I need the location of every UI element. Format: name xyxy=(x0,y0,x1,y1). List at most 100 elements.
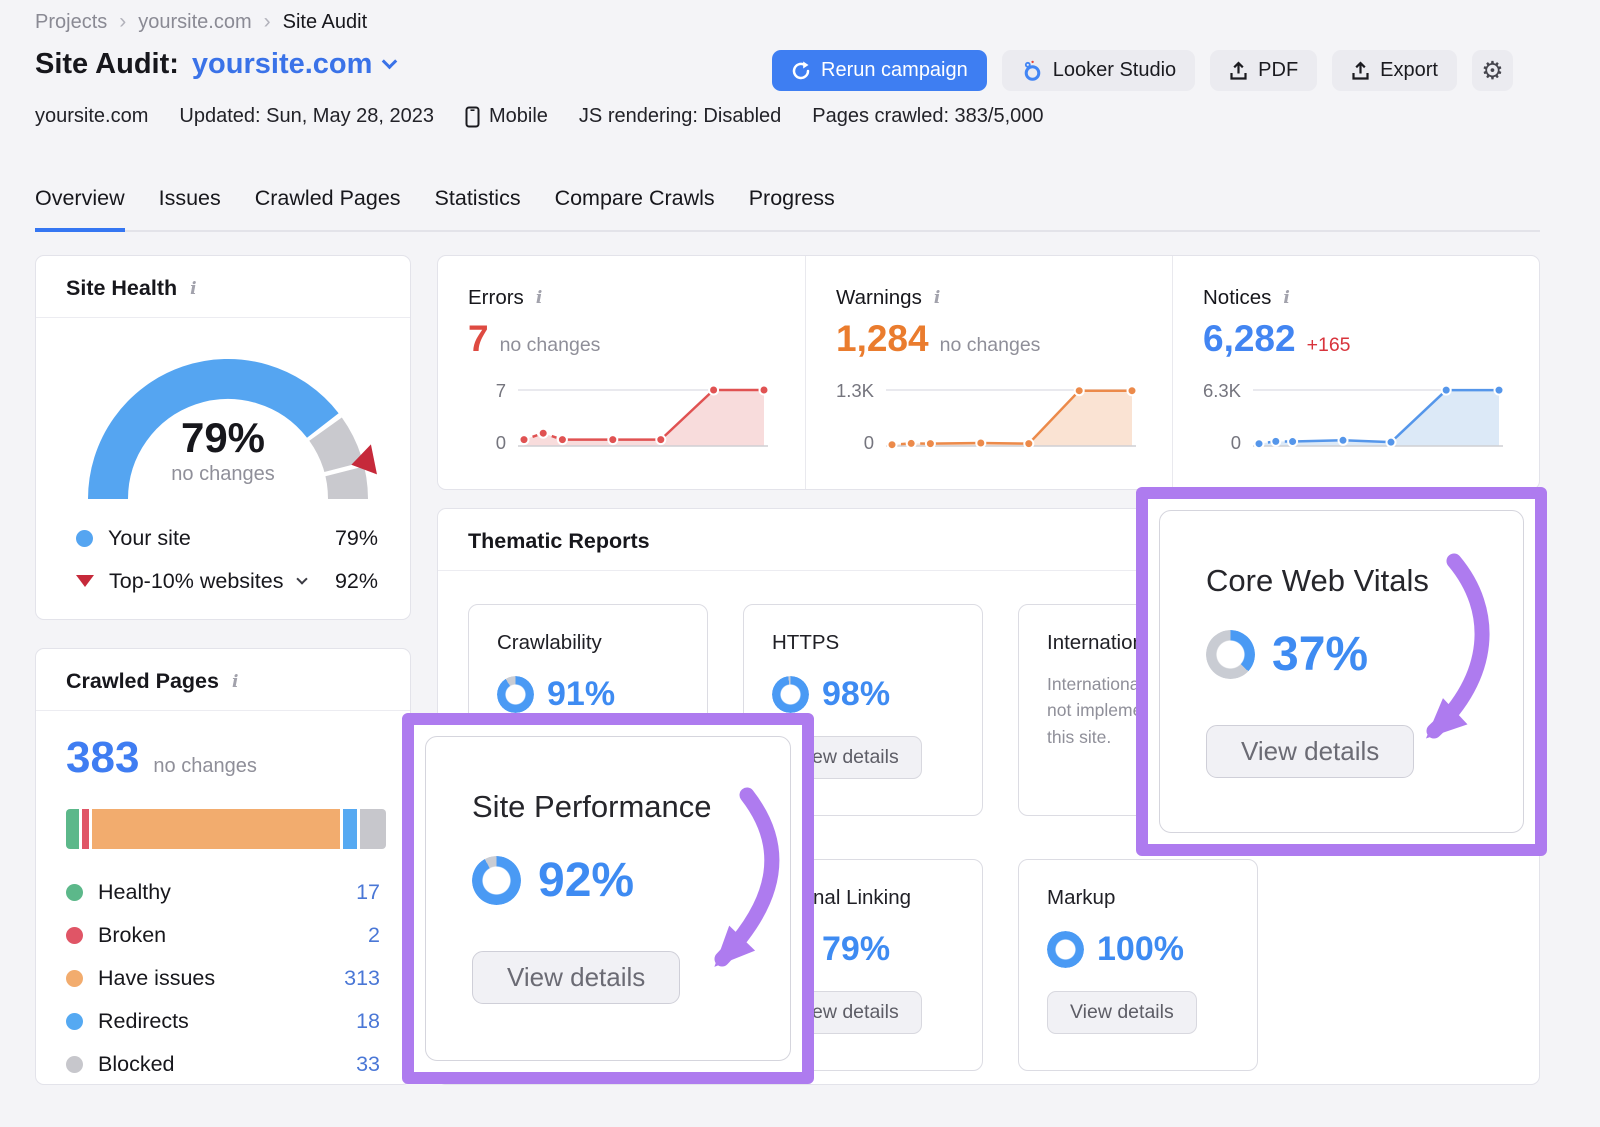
crawled-pages-total: 383 xyxy=(66,733,139,783)
crawled-legend-row-healthy: Healthy17 xyxy=(66,871,380,914)
progress-donut xyxy=(772,676,809,713)
tab-issues[interactable]: Issues xyxy=(159,186,221,232)
rerun-campaign-button[interactable]: Rerun campaign xyxy=(772,50,987,91)
site-performance-view-details-button[interactable]: View details xyxy=(472,951,680,1004)
issues-column-title: Notices xyxy=(1203,286,1271,310)
thematic-card-score-row: 91% xyxy=(497,675,679,714)
looker-studio-icon xyxy=(1021,60,1043,82)
thematic-card-percent: 91% xyxy=(547,675,615,714)
legend-value-link[interactable]: 18 xyxy=(356,1009,380,1034)
issues-column-title: Errors xyxy=(468,286,524,310)
info-icon[interactable]: i xyxy=(1281,288,1291,308)
export-button[interactable]: Export xyxy=(1332,50,1457,91)
issues-column-number-row: 7no changes xyxy=(468,318,781,360)
issues-count[interactable]: 6,282 xyxy=(1203,318,1296,360)
issues-count[interactable]: 7 xyxy=(468,318,489,360)
crawled-legend-row-broken: Broken 2 xyxy=(66,914,380,957)
info-icon[interactable]: i xyxy=(932,288,942,308)
chevron-right-icon: › xyxy=(119,10,126,34)
bar-segment-redirects[interactable] xyxy=(343,809,357,849)
crawled-pages-title: Crawled Pages xyxy=(66,669,219,694)
legend-value: 92% xyxy=(335,569,378,594)
issues-column-warnings: Warnings i1,284 no changes 1.3K0 xyxy=(805,256,1172,489)
bar-segment-blocked[interactable] xyxy=(360,809,386,849)
upload-icon xyxy=(1351,61,1370,81)
issues-column-errors: Errorsi7no changes70 xyxy=(438,256,805,489)
bar-segment-broken[interactable] xyxy=(82,809,89,849)
bar-segment-have-issues[interactable] xyxy=(92,809,339,849)
issues-column-title-row: Errorsi xyxy=(468,286,781,310)
legend-label: Have issues xyxy=(98,966,215,991)
meta-device-label: Mobile xyxy=(489,105,548,128)
settings-button[interactable]: ⚙ xyxy=(1472,50,1513,91)
page-title: Site Audit: yoursite.com xyxy=(35,48,395,81)
crawled-pages-legend: Healthy17 Broken 2 Have issues 313 Redirects1… xyxy=(66,871,380,1086)
issues-column-title: Warnings xyxy=(836,286,922,310)
thematic-reports-title: Thematic Reports xyxy=(468,529,650,554)
triangle-down-icon xyxy=(76,575,94,587)
crawled-pages-header: Crawled Pages i xyxy=(36,649,410,711)
issues-columns: Errorsi7no changes70Warningsi1,284no cha… xyxy=(438,256,1539,489)
meta-updated: Updated: Sun, May 28, 2023 xyxy=(179,105,434,128)
meta-pages-crawled: Pages crawled: 383/5,000 xyxy=(812,105,1043,128)
chart-y-labels: 1.3K0 xyxy=(836,372,886,458)
campaign-domain: yoursite.com xyxy=(192,48,373,81)
core-web-vitals-view-details-button[interactable]: View details xyxy=(1206,725,1414,778)
thematic-card-title: HTTPS xyxy=(772,631,954,655)
chevron-right-icon: › xyxy=(264,10,271,34)
site-health-legend-row[interactable]: Top-10% websites 92% xyxy=(76,565,378,597)
view-details-button[interactable]: View details xyxy=(1047,991,1197,1034)
sparkline-chart xyxy=(518,372,768,458)
issues-column-notices: Noticesi6,282+1656.3K0 xyxy=(1172,256,1539,489)
pdf-button[interactable]: PDF xyxy=(1210,50,1317,91)
breadcrumb-link-domain[interactable]: yoursite.com xyxy=(138,11,251,34)
issues-column-title-row: Warnings i xyxy=(836,286,1148,310)
legend-dot-icon xyxy=(66,927,83,944)
issues-mini-chart: 6.3K0 xyxy=(1203,372,1515,458)
info-icon[interactable]: i xyxy=(534,288,544,308)
pdf-label: PDF xyxy=(1258,59,1298,82)
core-web-vitals-title: Core Web Vitals xyxy=(1206,563,1429,599)
site-performance-title: Site Performance xyxy=(472,789,712,825)
gear-icon: ⚙ xyxy=(1481,56,1503,86)
info-icon[interactable]: i xyxy=(230,672,240,692)
legend-value-link[interactable]: 313 xyxy=(344,966,380,991)
legend-value-link[interactable]: 17 xyxy=(356,880,380,905)
site-performance-percent: 92% xyxy=(538,853,634,908)
legend-dot-icon xyxy=(66,1056,83,1073)
looker-studio-label: Looker Studio xyxy=(1053,59,1176,82)
y-axis-max-label: 6.3K xyxy=(1203,380,1241,402)
crawled-pages-stacked-bar xyxy=(66,809,386,849)
meta-js-rendering: JS rendering: Disabled xyxy=(579,105,781,128)
crawled-legend-row-redirects: Redirects18 xyxy=(66,1000,380,1043)
legend-value-link[interactable]: 2 xyxy=(368,923,380,948)
thematic-card-title: Markup xyxy=(1047,886,1229,910)
legend-label: Top-10% websites xyxy=(109,569,283,594)
y-axis-max-label: 7 xyxy=(496,380,506,402)
looker-studio-button[interactable]: Looker Studio xyxy=(1002,50,1195,91)
legend-label: Your site xyxy=(108,526,191,551)
tab-progress[interactable]: Progress xyxy=(749,186,835,232)
upload-icon xyxy=(1229,61,1248,81)
issues-count[interactable]: 1,284 xyxy=(836,318,929,360)
page-title-prefix: Site Audit: xyxy=(35,48,179,81)
bar-segment-healthy[interactable] xyxy=(66,809,79,849)
tab-statistics[interactable]: Statistics xyxy=(435,186,521,232)
legend-label: Broken xyxy=(98,923,166,948)
tab-compare-crawls[interactable]: Compare Crawls xyxy=(555,186,715,232)
core-web-vitals-donut xyxy=(1206,630,1255,679)
highlight-box-core-web-vitals: Core Web Vitals 37% View details xyxy=(1136,487,1547,856)
breadcrumb-link-projects[interactable]: Projects xyxy=(35,11,107,34)
thematic-card-percent: 98% xyxy=(822,675,890,714)
campaign-selector[interactable]: yoursite.com xyxy=(192,48,396,81)
legend-value-link[interactable]: 33 xyxy=(356,1052,380,1077)
tab-crawled-pages[interactable]: Crawled Pages xyxy=(255,186,401,232)
issues-change: no changes xyxy=(940,334,1041,357)
tab-overview[interactable]: Overview xyxy=(35,186,125,232)
breadcrumb: Projects › yoursite.com › Site Audit xyxy=(35,10,367,34)
site-health-legend: Your site79%Top-10% websites92% xyxy=(76,522,378,608)
progress-donut xyxy=(1206,630,1255,679)
thematic-card-percent: 79% xyxy=(822,930,890,969)
info-icon[interactable]: i xyxy=(188,279,198,299)
legend-dot-icon xyxy=(76,530,93,547)
